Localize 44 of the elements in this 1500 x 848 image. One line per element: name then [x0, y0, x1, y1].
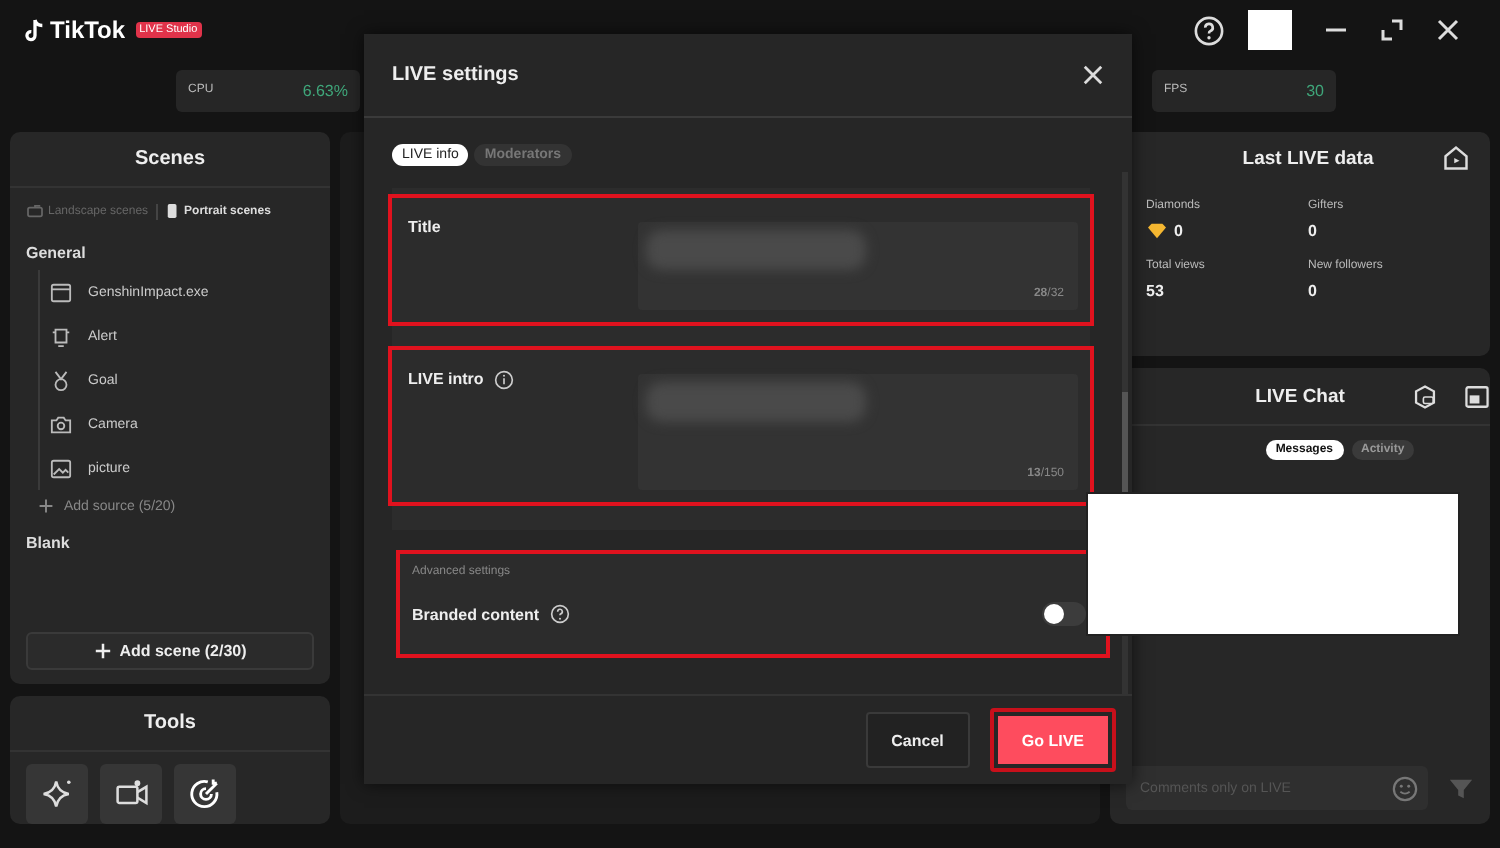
plus-icon: [93, 642, 112, 660]
popout-icon[interactable]: [1464, 383, 1490, 409]
metric-value: 0: [1308, 282, 1317, 300]
landscape-icon: [26, 204, 44, 218]
camera-icon: [50, 413, 72, 435]
stat-value: 6.63%: [302, 81, 348, 99]
image-icon: [50, 457, 72, 479]
panel-title: Last LIVE data: [1242, 147, 1374, 169]
add-scene-button[interactable]: Add scene (2/30): [26, 632, 314, 670]
cancel-button[interactable]: Cancel: [865, 712, 970, 768]
video-camera-icon[interactable]: [100, 764, 162, 824]
phone-icon: [166, 202, 181, 220]
metric-value: 0: [1174, 222, 1183, 240]
metric-value: 0: [1308, 222, 1317, 240]
close-icon[interactable]: [1436, 18, 1460, 42]
window-icon: [50, 281, 72, 303]
medal-icon: [50, 369, 72, 391]
help-icon[interactable]: [1194, 15, 1224, 45]
field-label: LIVE intro: [408, 370, 484, 388]
app-logo: TikTok: [50, 16, 126, 44]
plus-icon: [38, 498, 54, 514]
diamond-icon: [1146, 222, 1168, 240]
info-icon[interactable]: [493, 370, 514, 390]
field-label: Title: [408, 218, 441, 236]
target-icon[interactable]: [174, 764, 236, 824]
home-icon[interactable]: [1442, 144, 1470, 172]
stat-value: 30: [1306, 81, 1324, 99]
metric-value: 53: [1146, 282, 1164, 300]
dialog-title: LIVE settings: [392, 64, 519, 86]
redaction-block: [1248, 10, 1292, 50]
scene-name[interactable]: Blank: [26, 534, 314, 552]
maximize-icon[interactable]: [1380, 18, 1404, 42]
toggle-switch[interactable]: [1042, 602, 1086, 626]
panel-title: LIVE Chat: [1255, 385, 1345, 407]
help-icon[interactable]: [549, 604, 570, 624]
music-note-icon: [24, 17, 46, 43]
setting-label: Branded content: [412, 605, 540, 623]
emoji-icon[interactable]: [1392, 775, 1418, 801]
panel-title: Scenes: [10, 132, 330, 188]
panel-title: Tools: [10, 696, 330, 752]
scene-name[interactable]: General: [26, 244, 314, 262]
sparkle-icon[interactable]: [26, 764, 88, 824]
close-icon[interactable]: [1082, 64, 1104, 86]
bell-icon: [50, 325, 72, 347]
